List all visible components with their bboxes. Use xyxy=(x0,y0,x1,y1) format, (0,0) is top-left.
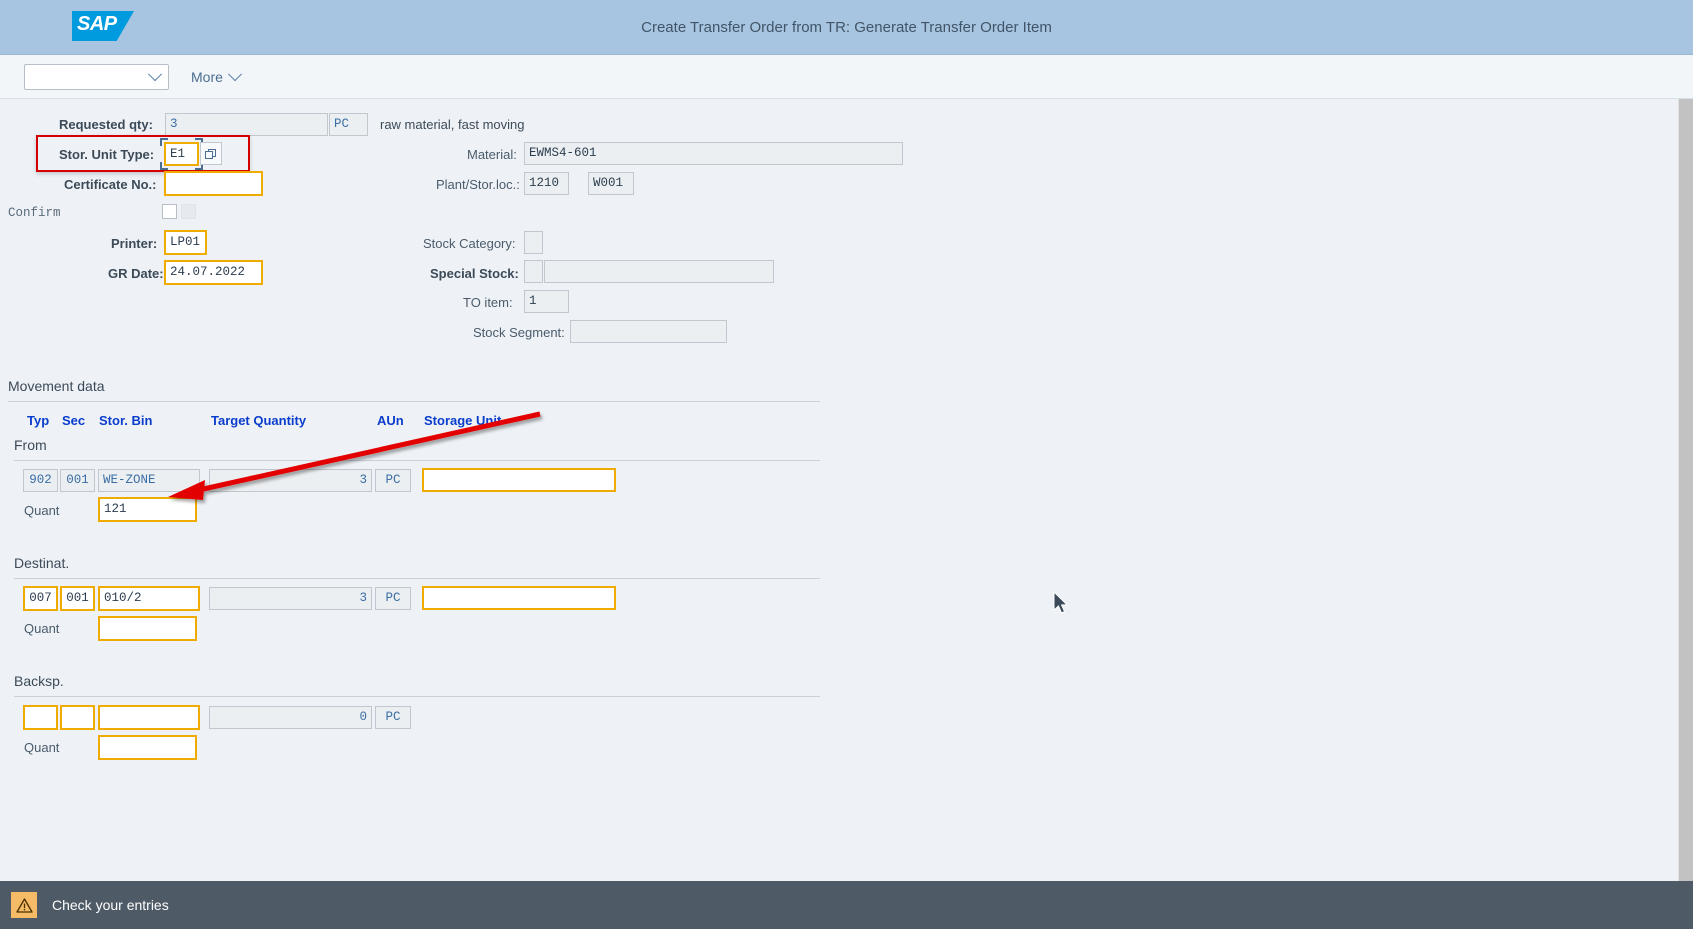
from-stor-bin-input[interactable]: WE-ZONE xyxy=(98,469,200,492)
confirm-checkbox-1[interactable] xyxy=(162,204,177,219)
special-stock-text-input xyxy=(544,260,774,283)
focus-corner-icon xyxy=(160,162,168,170)
focus-corner-icon xyxy=(160,138,168,146)
gr-date-input[interactable]: 24.07.2022 xyxy=(164,260,263,285)
value-help-icon xyxy=(205,148,216,159)
from-quant-input[interactable]: 121 xyxy=(98,497,197,522)
stock-category-label: Stock Category: xyxy=(423,236,516,251)
stor-unit-type-label: Stor. Unit Type: xyxy=(59,147,155,162)
special-stock-key-input[interactable] xyxy=(524,260,543,283)
backspace-sec-input[interactable] xyxy=(60,705,95,730)
material-label: Material: xyxy=(467,147,517,162)
requested-qty-input[interactable]: 3 xyxy=(165,113,328,136)
gr-date-label: GR Date: xyxy=(108,266,164,281)
stor-unit-type-field-wrapper: E1 xyxy=(160,138,203,170)
more-menu-label: More xyxy=(191,68,223,85)
vertical-scrollbar-thumb[interactable] xyxy=(1679,99,1693,881)
toolbar: More xyxy=(0,55,1693,99)
warning-icon xyxy=(11,892,37,918)
from-sec-input[interactable]: 001 xyxy=(60,469,95,492)
backspace-quant-input[interactable] xyxy=(98,735,197,760)
stock-segment-input[interactable] xyxy=(570,320,727,343)
sap-logo: SAP xyxy=(72,11,134,41)
from-typ-input[interactable]: 902 xyxy=(23,469,58,492)
destination-storage-unit-input[interactable] xyxy=(422,586,616,610)
more-menu-button[interactable]: More xyxy=(191,66,242,85)
from-storage-unit-input[interactable] xyxy=(422,468,616,492)
movement-data-section-title: Movement data xyxy=(8,378,105,394)
destination-group-divider xyxy=(14,578,820,579)
from-group-title: From xyxy=(14,437,47,453)
from-quant-label: Quant xyxy=(24,503,60,518)
confirm-checkbox-2 xyxy=(181,204,196,219)
printer-label: Printer: xyxy=(111,236,158,251)
special-stock-label: Special Stock: xyxy=(430,266,519,281)
printer-input[interactable]: LP01 xyxy=(164,230,207,255)
from-aun-input: PC xyxy=(375,469,411,492)
backspace-stor-bin-input[interactable] xyxy=(98,705,200,730)
destination-quant-label: Quant xyxy=(24,621,60,636)
destination-quant-input[interactable] xyxy=(98,616,197,641)
destination-sec-input[interactable]: 001 xyxy=(60,586,95,611)
from-group-divider xyxy=(14,460,820,461)
destination-target-quantity-input[interactable]: 3 xyxy=(209,587,372,610)
from-target-quantity-input[interactable]: 3 xyxy=(209,469,372,492)
column-header-typ[interactable]: Typ xyxy=(27,413,49,428)
movement-data-divider xyxy=(8,401,820,402)
requested-qty-label: Requested qty: xyxy=(59,117,153,132)
requested-qty-uom: PC xyxy=(329,113,368,136)
confirm-label: Confirm xyxy=(8,206,61,220)
backspace-target-quantity-input[interactable]: 0 xyxy=(209,706,372,729)
backspace-typ-input[interactable] xyxy=(23,705,58,730)
stor-unit-type-value-help-button[interactable] xyxy=(200,142,222,165)
status-bar: Check your entries xyxy=(0,881,1693,929)
destination-typ-input[interactable]: 007 xyxy=(23,586,58,611)
material-input[interactable]: EWMS4-601 xyxy=(524,142,903,165)
shell-header: SAP Create Transfer Order from TR: Gener… xyxy=(0,0,1693,55)
plant-input[interactable]: 1210 xyxy=(524,172,569,195)
chevron-down-icon xyxy=(147,66,163,81)
status-bar-message: Check your entries xyxy=(52,897,169,913)
storage-location-input[interactable]: W001 xyxy=(588,172,634,195)
stor-unit-type-input[interactable]: E1 xyxy=(164,142,199,166)
stock-segment-label: Stock Segment: xyxy=(473,325,565,340)
certificate-no-label: Certificate No.: xyxy=(64,177,157,192)
column-header-storage-unit[interactable]: Storage Unit xyxy=(424,413,501,428)
view-select[interactable] xyxy=(24,63,169,90)
to-item-input[interactable]: 1 xyxy=(524,290,569,313)
backspace-group-title: Backsp. xyxy=(14,673,64,689)
destination-group-title: Destinat. xyxy=(14,555,70,571)
backspace-group-divider xyxy=(14,696,820,697)
vertical-scrollbar-track[interactable] xyxy=(1678,99,1693,881)
form-content-area: Requested qty: 3 PC raw material, fast m… xyxy=(0,99,1679,881)
mouse-cursor xyxy=(1053,591,1069,614)
column-header-stor-bin[interactable]: Stor. Bin xyxy=(99,413,152,428)
material-description: raw material, fast moving xyxy=(380,117,525,132)
chevron-down-icon xyxy=(227,66,242,81)
plant-storloc-label: Plant/Stor.loc.: xyxy=(436,177,520,192)
backspace-quant-label: Quant xyxy=(24,740,60,755)
column-header-target-quantity[interactable]: Target Quantity xyxy=(211,413,306,428)
stock-category-input[interactable] xyxy=(524,231,543,254)
destination-aun-input: PC xyxy=(375,587,411,610)
page-title: Create Transfer Order from TR: Generate … xyxy=(641,18,1052,36)
destination-stor-bin-input[interactable]: 010/2 xyxy=(98,586,200,611)
certificate-no-input[interactable] xyxy=(164,171,263,196)
to-item-label: TO item: xyxy=(463,295,513,310)
column-header-sec[interactable]: Sec xyxy=(62,413,85,428)
backspace-aun-input: PC xyxy=(375,706,411,729)
column-header-aun[interactable]: AUn xyxy=(377,413,404,428)
